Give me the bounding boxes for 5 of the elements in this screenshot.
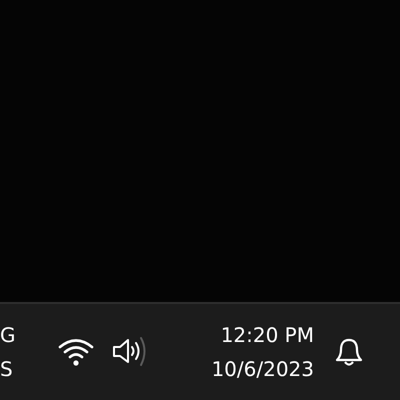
language-indicator[interactable]: G: [0, 324, 16, 346]
clock-date[interactable]: 10/6/2023: [211, 357, 314, 381]
wifi-icon[interactable]: [58, 338, 94, 366]
region-indicator[interactable]: S: [0, 358, 13, 380]
clock-time[interactable]: 12:20 PM: [220, 323, 314, 347]
